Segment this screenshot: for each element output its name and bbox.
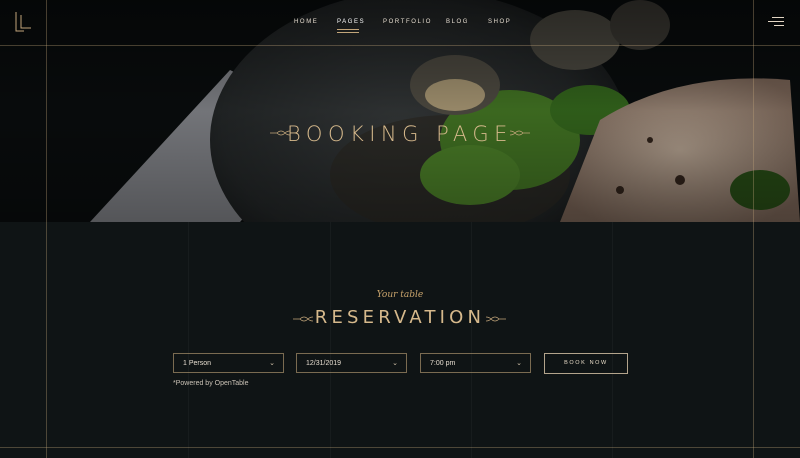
- chevron-down-icon: ⌄: [269, 360, 275, 367]
- nav-item-shop[interactable]: SHOP: [488, 19, 511, 25]
- powered-by-text: *Powered by OpenTable: [173, 380, 249, 387]
- chevron-down-icon: ⌄: [392, 360, 398, 367]
- nav-item-home[interactable]: HOME: [294, 19, 318, 25]
- chevron-down-icon: ⌄: [516, 360, 522, 367]
- time-select[interactable]: 7:00 pm ⌄: [420, 353, 531, 373]
- frame-guide-bottom: [0, 447, 800, 448]
- nav-item-portfolio[interactable]: PORTFOLIO: [383, 19, 432, 25]
- ornament-icon: [510, 130, 530, 136]
- grid-line: [471, 222, 472, 458]
- party-size-select[interactable]: 1 Person ⌄: [173, 353, 284, 373]
- date-value: 12/31/2019: [306, 360, 342, 367]
- ornament-icon: [486, 316, 506, 322]
- frame-guide-right: [753, 0, 754, 458]
- nav-active-underline: [337, 29, 359, 30]
- main-nav: HOME PAGES PORTFOLIO BLOG SHOP: [0, 19, 800, 33]
- page-title: BOOKING PAGE: [287, 122, 513, 146]
- date-picker[interactable]: 12/31/2019 ⌄: [296, 353, 407, 373]
- reservation-subtitle: Your table: [376, 290, 424, 300]
- grid-line: [612, 222, 613, 458]
- top-navigation-bar: HOME PAGES PORTFOLIO BLOG SHOP: [0, 0, 800, 46]
- hamburger-menu-icon[interactable]: [768, 16, 784, 28]
- grid-line: [330, 222, 331, 458]
- nav-item-pages[interactable]: PAGES: [337, 19, 365, 25]
- grid-line: [188, 222, 189, 458]
- time-value: 7:00 pm: [430, 360, 456, 367]
- book-now-button[interactable]: BOOK NOW: [544, 353, 628, 374]
- frame-guide-left: [46, 0, 47, 458]
- nav-item-blog[interactable]: BLOG: [446, 19, 469, 25]
- party-size-value: 1 Person: [183, 360, 212, 367]
- hero-banner: HOME PAGES PORTFOLIO BLOG SHOP BOOKING P…: [0, 0, 800, 222]
- reservation-title: RESERVATION: [314, 307, 486, 328]
- frame-guide-top: [0, 45, 800, 46]
- nav-active-underline-secondary: [337, 32, 359, 33]
